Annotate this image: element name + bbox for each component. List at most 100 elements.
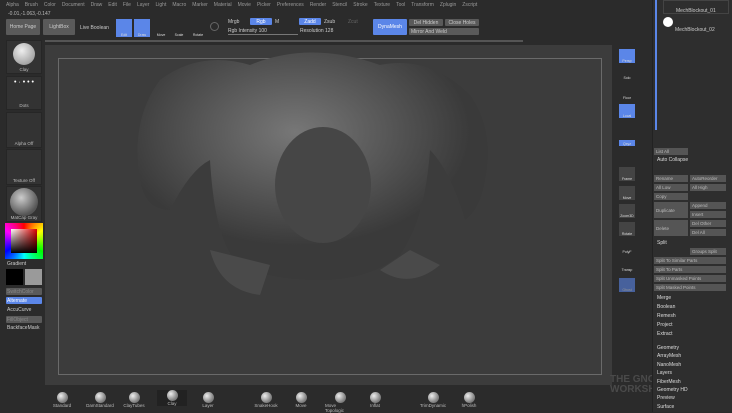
- brush-thumbnail[interactable]: Clay: [6, 40, 42, 74]
- move-view-button[interactable]: Move: [619, 186, 635, 200]
- menu-macro[interactable]: Macro: [172, 2, 186, 8]
- brush-snakehook[interactable]: SnakeHook: [251, 392, 281, 408]
- menu-draw[interactable]: Draw: [91, 2, 103, 8]
- menu-stencil[interactable]: Stencil: [332, 2, 347, 8]
- menu-file[interactable]: File: [123, 2, 131, 8]
- xyz-button[interactable]: Qxyz: [619, 140, 635, 146]
- copy-button[interactable]: Copy: [654, 193, 688, 200]
- insert-button[interactable]: Insert: [690, 211, 726, 218]
- rgb-button[interactable]: Rgb: [250, 18, 272, 25]
- section-surface[interactable]: Surface: [657, 404, 688, 410]
- del-all-button[interactable]: Del All: [690, 229, 726, 236]
- rename-button[interactable]: Rename: [654, 175, 688, 182]
- delete-button[interactable]: Delete: [654, 220, 688, 236]
- menu-brush[interactable]: Brush: [25, 2, 38, 8]
- brush-clay[interactable]: Clay: [157, 390, 187, 406]
- gradient-label[interactable]: Gradient: [7, 261, 26, 267]
- append-button[interactable]: Append: [690, 202, 726, 209]
- subtool-scrollbar[interactable]: [655, 0, 657, 130]
- subtool-item-2[interactable]: MechBlockout_02: [663, 15, 729, 33]
- accucurve-button[interactable]: AccuCurve: [7, 307, 31, 313]
- menu-transform[interactable]: Transform: [411, 2, 434, 8]
- menu-marker[interactable]: Marker: [192, 2, 208, 8]
- split-similar-button[interactable]: Split To Similar Parts: [654, 257, 726, 264]
- persp-button[interactable]: Persp: [619, 49, 635, 63]
- all-high-button[interactable]: All High: [690, 184, 726, 191]
- floor-button[interactable]: Floor: [619, 86, 635, 100]
- polyf-button[interactable]: PolyF: [619, 240, 635, 254]
- menu-render[interactable]: Render: [310, 2, 326, 8]
- boolean-section[interactable]: Boolean: [657, 304, 675, 310]
- auto-collapse-button[interactable]: Auto Collapse: [657, 157, 688, 163]
- menu-alpha[interactable]: Alpha: [6, 2, 19, 8]
- del-hidden-button[interactable]: Del Hidden: [409, 19, 443, 26]
- menu-document[interactable]: Document: [62, 2, 85, 8]
- section-geometry-hd[interactable]: Geometry HD: [657, 387, 688, 393]
- menu-tool[interactable]: Tool: [396, 2, 405, 8]
- merge-section[interactable]: Merge: [657, 295, 671, 301]
- live-boolean-button[interactable]: Live Boolean: [80, 25, 109, 31]
- lightbox-button[interactable]: LightBox: [43, 19, 75, 35]
- list-all-button[interactable]: List All: [654, 148, 688, 155]
- move-button[interactable]: Move: [153, 19, 169, 37]
- split-unmasked-button[interactable]: Split Unmasked Points: [654, 275, 726, 282]
- texture-thumbnail[interactable]: Texture Off: [6, 149, 42, 185]
- transp-button[interactable]: Transp: [619, 258, 635, 272]
- menu-layer[interactable]: Layer: [137, 2, 150, 8]
- home-page-button[interactable]: Home Page: [6, 19, 40, 35]
- alpha-thumbnail[interactable]: Alpha Off: [6, 112, 42, 148]
- edit-button[interactable]: Edit: [116, 19, 132, 37]
- menu-zplugin[interactable]: Zplugin: [440, 2, 456, 8]
- scale-button[interactable]: Scale: [171, 19, 187, 37]
- section-preview[interactable]: Preview: [657, 395, 688, 401]
- brush-move-topologic[interactable]: Move Topologic: [325, 392, 355, 413]
- section-fibermesh[interactable]: FiberMesh: [657, 379, 688, 385]
- brush-trimdynamic[interactable]: TrimDynamic: [418, 392, 448, 408]
- autoreorder-button[interactable]: AutoReorder: [690, 175, 726, 182]
- menu-light[interactable]: Light: [155, 2, 166, 8]
- gizmo-icon[interactable]: [210, 22, 219, 31]
- menu-picker[interactable]: Picker: [257, 2, 271, 8]
- solo-button[interactable]: Solo: [619, 66, 635, 80]
- close-holes-button[interactable]: Close Holes: [445, 19, 479, 26]
- alternate-button[interactable]: Alternate: [6, 297, 42, 304]
- main-color-swatch[interactable]: [6, 269, 23, 285]
- ghost-button[interactable]: Ghost: [619, 278, 635, 292]
- section-nanomesh[interactable]: NanoMesh: [657, 362, 688, 368]
- stroke-thumbnail[interactable]: • · • • • Dots: [6, 76, 42, 110]
- brush-standard[interactable]: Standard: [47, 392, 77, 408]
- menu-texture[interactable]: Texture: [374, 2, 390, 8]
- frame-button[interactable]: Frame: [619, 167, 635, 181]
- fill-object-button[interactable]: FillObject: [6, 316, 42, 323]
- menu-edit[interactable]: Edit: [108, 2, 117, 8]
- resolution-slider[interactable]: Resolution 128: [300, 28, 333, 34]
- menu-zscript[interactable]: Zscript: [462, 2, 477, 8]
- dynamesh-button[interactable]: DynaMesh: [373, 19, 407, 35]
- section-layers[interactable]: Layers: [657, 370, 688, 376]
- secondary-color-swatch[interactable]: [25, 269, 42, 285]
- menu-color[interactable]: Color: [44, 2, 56, 8]
- zoom3d-button[interactable]: Zoom3D: [619, 204, 635, 218]
- brush-move[interactable]: Move: [286, 392, 316, 408]
- brush-layer[interactable]: Layer: [193, 392, 223, 408]
- brush-inflat[interactable]: Inflat: [360, 392, 390, 408]
- all-low-button[interactable]: All Low: [654, 184, 688, 191]
- project-section[interactable]: Project: [657, 322, 673, 328]
- local-button[interactable]: Local: [619, 104, 635, 118]
- color-square[interactable]: [11, 229, 37, 253]
- remesh-section[interactable]: Remesh: [657, 313, 676, 319]
- m-button[interactable]: M: [275, 19, 279, 25]
- subtool-item-1[interactable]: MechBlockout_01: [663, 0, 729, 14]
- rotate-view-button[interactable]: Rotate: [619, 222, 635, 236]
- del-other-button[interactable]: Del Other: [690, 220, 726, 227]
- color-picker[interactable]: [5, 223, 43, 259]
- zadd-button[interactable]: Zadd: [299, 18, 321, 25]
- split-masked-button[interactable]: Split Masked Points: [654, 284, 726, 291]
- zsub-button[interactable]: Zsub: [324, 19, 335, 25]
- material-thumbnail[interactable]: MatCap Gray: [6, 186, 42, 222]
- section-geometry[interactable]: Geometry: [657, 345, 688, 351]
- duplicate-button[interactable]: Duplicate: [654, 202, 688, 218]
- extract-section[interactable]: Extract: [657, 331, 673, 337]
- backface-mask-button[interactable]: BackfaceMask: [7, 325, 40, 331]
- menu-movie[interactable]: Movie: [238, 2, 251, 8]
